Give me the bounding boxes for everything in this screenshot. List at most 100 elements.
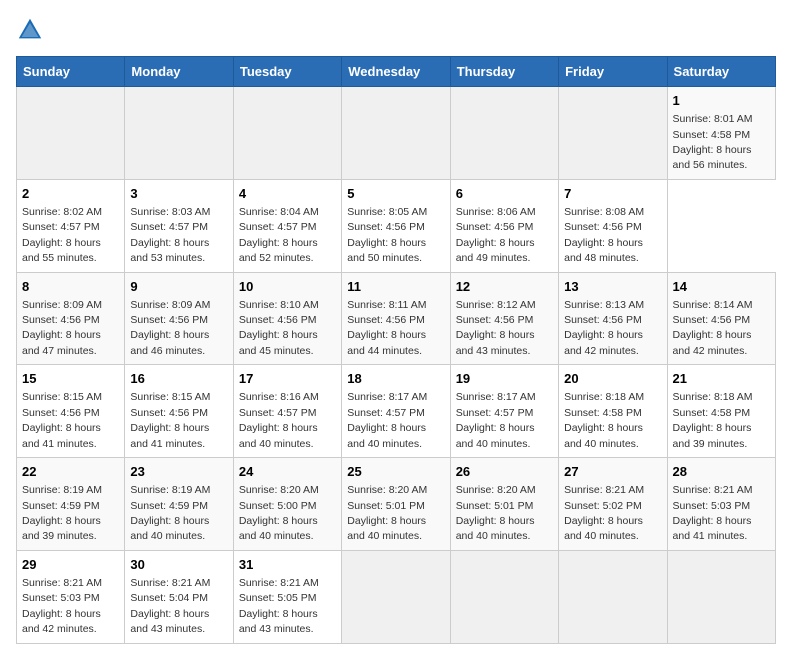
day-number: 10	[239, 278, 336, 296]
calendar-day: 27 Sunrise: 8:21 AMSunset: 5:02 PMDaylig…	[559, 458, 667, 551]
day-detail: Sunrise: 8:01 AMSunset: 4:58 PMDaylight:…	[673, 113, 753, 171]
day-number: 22	[22, 463, 119, 481]
calendar-day: 22 Sunrise: 8:19 AMSunset: 4:59 PMDaylig…	[17, 458, 125, 551]
day-detail: Sunrise: 8:06 AMSunset: 4:56 PMDaylight:…	[456, 206, 536, 264]
day-number: 27	[564, 463, 661, 481]
day-number: 15	[22, 370, 119, 388]
calendar-day-empty	[125, 87, 233, 180]
calendar-day: 4 Sunrise: 8:04 AMSunset: 4:57 PMDayligh…	[233, 179, 341, 272]
day-detail: Sunrise: 8:04 AMSunset: 4:57 PMDaylight:…	[239, 206, 319, 264]
day-number: 2	[22, 185, 119, 203]
calendar-day: 30 Sunrise: 8:21 AMSunset: 5:04 PMDaylig…	[125, 550, 233, 643]
day-number: 26	[456, 463, 553, 481]
calendar-day-empty	[450, 87, 558, 180]
day-detail: Sunrise: 8:20 AMSunset: 5:01 PMDaylight:…	[456, 484, 536, 542]
day-detail: Sunrise: 8:14 AMSunset: 4:56 PMDaylight:…	[673, 299, 753, 357]
calendar-day: 10 Sunrise: 8:10 AMSunset: 4:56 PMDaylig…	[233, 272, 341, 365]
day-detail: Sunrise: 8:05 AMSunset: 4:56 PMDaylight:…	[347, 206, 427, 264]
day-detail: Sunrise: 8:02 AMSunset: 4:57 PMDaylight:…	[22, 206, 102, 264]
day-number: 6	[456, 185, 553, 203]
day-number: 17	[239, 370, 336, 388]
calendar-day-empty	[342, 550, 450, 643]
day-number: 12	[456, 278, 553, 296]
calendar-day: 1 Sunrise: 8:01 AMSunset: 4:58 PMDayligh…	[667, 87, 775, 180]
calendar-day-empty	[233, 87, 341, 180]
day-detail: Sunrise: 8:10 AMSunset: 4:56 PMDaylight:…	[239, 299, 319, 357]
calendar-week-row: 15 Sunrise: 8:15 AMSunset: 4:56 PMDaylig…	[17, 365, 776, 458]
calendar-day: 28 Sunrise: 8:21 AMSunset: 5:03 PMDaylig…	[667, 458, 775, 551]
day-number: 19	[456, 370, 553, 388]
calendar-day-empty	[667, 550, 775, 643]
day-detail: Sunrise: 8:09 AMSunset: 4:56 PMDaylight:…	[130, 299, 210, 357]
day-detail: Sunrise: 8:21 AMSunset: 5:03 PMDaylight:…	[673, 484, 753, 542]
day-number: 1	[673, 92, 770, 110]
day-detail: Sunrise: 8:17 AMSunset: 4:57 PMDaylight:…	[347, 391, 427, 449]
calendar-day: 23 Sunrise: 8:19 AMSunset: 4:59 PMDaylig…	[125, 458, 233, 551]
logo-icon	[16, 16, 44, 44]
calendar-day-empty	[450, 550, 558, 643]
weekday-header-friday: Friday	[559, 57, 667, 87]
weekday-header-row: SundayMondayTuesdayWednesdayThursdayFrid…	[17, 57, 776, 87]
day-detail: Sunrise: 8:21 AMSunset: 5:04 PMDaylight:…	[130, 577, 210, 635]
day-number: 3	[130, 185, 227, 203]
calendar-day-empty	[559, 550, 667, 643]
day-detail: Sunrise: 8:08 AMSunset: 4:56 PMDaylight:…	[564, 206, 644, 264]
calendar-day-empty	[559, 87, 667, 180]
calendar-day: 15 Sunrise: 8:15 AMSunset: 4:56 PMDaylig…	[17, 365, 125, 458]
day-detail: Sunrise: 8:18 AMSunset: 4:58 PMDaylight:…	[673, 391, 753, 449]
calendar-day: 9 Sunrise: 8:09 AMSunset: 4:56 PMDayligh…	[125, 272, 233, 365]
day-detail: Sunrise: 8:12 AMSunset: 4:56 PMDaylight:…	[456, 299, 536, 357]
day-detail: Sunrise: 8:21 AMSunset: 5:03 PMDaylight:…	[22, 577, 102, 635]
day-number: 29	[22, 556, 119, 574]
day-detail: Sunrise: 8:18 AMSunset: 4:58 PMDaylight:…	[564, 391, 644, 449]
day-number: 11	[347, 278, 444, 296]
day-number: 25	[347, 463, 444, 481]
day-number: 5	[347, 185, 444, 203]
calendar-day-empty	[17, 87, 125, 180]
day-detail: Sunrise: 8:15 AMSunset: 4:56 PMDaylight:…	[22, 391, 102, 449]
day-number: 16	[130, 370, 227, 388]
day-number: 18	[347, 370, 444, 388]
weekday-header-saturday: Saturday	[667, 57, 775, 87]
day-number: 21	[673, 370, 770, 388]
weekday-header-wednesday: Wednesday	[342, 57, 450, 87]
weekday-header-thursday: Thursday	[450, 57, 558, 87]
day-detail: Sunrise: 8:15 AMSunset: 4:56 PMDaylight:…	[130, 391, 210, 449]
calendar-week-row: 1 Sunrise: 8:01 AMSunset: 4:58 PMDayligh…	[17, 87, 776, 180]
day-number: 28	[673, 463, 770, 481]
logo	[16, 16, 48, 44]
calendar-day: 18 Sunrise: 8:17 AMSunset: 4:57 PMDaylig…	[342, 365, 450, 458]
day-detail: Sunrise: 8:19 AMSunset: 4:59 PMDaylight:…	[130, 484, 210, 542]
calendar-day: 31 Sunrise: 8:21 AMSunset: 5:05 PMDaylig…	[233, 550, 341, 643]
calendar-day-empty	[342, 87, 450, 180]
calendar-day: 12 Sunrise: 8:12 AMSunset: 4:56 PMDaylig…	[450, 272, 558, 365]
day-number: 24	[239, 463, 336, 481]
calendar-day: 7 Sunrise: 8:08 AMSunset: 4:56 PMDayligh…	[559, 179, 667, 272]
calendar-day: 25 Sunrise: 8:20 AMSunset: 5:01 PMDaylig…	[342, 458, 450, 551]
calendar-week-row: 29 Sunrise: 8:21 AMSunset: 5:03 PMDaylig…	[17, 550, 776, 643]
day-detail: Sunrise: 8:03 AMSunset: 4:57 PMDaylight:…	[130, 206, 210, 264]
calendar-week-row: 8 Sunrise: 8:09 AMSunset: 4:56 PMDayligh…	[17, 272, 776, 365]
day-number: 13	[564, 278, 661, 296]
day-number: 31	[239, 556, 336, 574]
weekday-header-sunday: Sunday	[17, 57, 125, 87]
weekday-header-monday: Monday	[125, 57, 233, 87]
day-detail: Sunrise: 8:20 AMSunset: 5:00 PMDaylight:…	[239, 484, 319, 542]
calendar-week-row: 22 Sunrise: 8:19 AMSunset: 4:59 PMDaylig…	[17, 458, 776, 551]
day-number: 14	[673, 278, 770, 296]
day-number: 8	[22, 278, 119, 296]
calendar-day: 26 Sunrise: 8:20 AMSunset: 5:01 PMDaylig…	[450, 458, 558, 551]
day-number: 7	[564, 185, 661, 203]
day-number: 23	[130, 463, 227, 481]
calendar-day: 2 Sunrise: 8:02 AMSunset: 4:57 PMDayligh…	[17, 179, 125, 272]
calendar-day: 13 Sunrise: 8:13 AMSunset: 4:56 PMDaylig…	[559, 272, 667, 365]
day-number: 9	[130, 278, 227, 296]
calendar-day: 29 Sunrise: 8:21 AMSunset: 5:03 PMDaylig…	[17, 550, 125, 643]
day-detail: Sunrise: 8:21 AMSunset: 5:05 PMDaylight:…	[239, 577, 319, 635]
day-detail: Sunrise: 8:20 AMSunset: 5:01 PMDaylight:…	[347, 484, 427, 542]
calendar-week-row: 2 Sunrise: 8:02 AMSunset: 4:57 PMDayligh…	[17, 179, 776, 272]
day-detail: Sunrise: 8:16 AMSunset: 4:57 PMDaylight:…	[239, 391, 319, 449]
weekday-header-tuesday: Tuesday	[233, 57, 341, 87]
calendar-day: 6 Sunrise: 8:06 AMSunset: 4:56 PMDayligh…	[450, 179, 558, 272]
calendar-table: SundayMondayTuesdayWednesdayThursdayFrid…	[16, 56, 776, 644]
